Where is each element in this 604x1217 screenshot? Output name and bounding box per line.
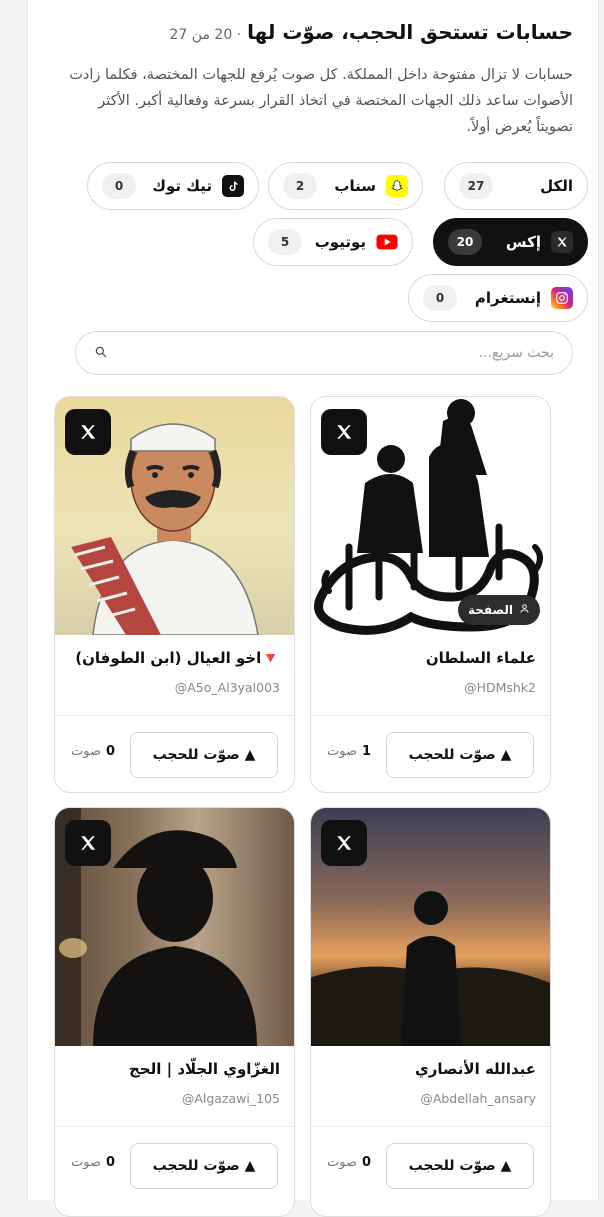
filter-label: الكل xyxy=(540,177,573,195)
vote-count: 0 صوت xyxy=(71,744,115,759)
vote-unit: صوت xyxy=(327,1155,357,1170)
vote-number: 0 xyxy=(106,1155,116,1170)
account-handle[interactable]: @A5o_Al3yal003 xyxy=(175,680,280,695)
filter-count: 0 xyxy=(423,285,457,311)
filter-chip-instagram[interactable]: إنستغرام 0 xyxy=(408,274,588,322)
filter-label: إنستغرام xyxy=(474,289,541,307)
vote-unit: صوت xyxy=(71,1155,101,1170)
account-handle[interactable]: @Abdellah_ansary xyxy=(420,1091,536,1106)
account-name[interactable]: علماء السلطان xyxy=(426,649,536,667)
filter-label: إكس xyxy=(505,233,541,251)
divider xyxy=(311,1126,550,1127)
vote-number: 1 xyxy=(362,744,372,759)
account-name[interactable]: الغزّاوي الجلّاد | الحج xyxy=(129,1060,280,1078)
x-icon xyxy=(65,820,111,866)
x-icon xyxy=(65,409,111,455)
user-icon xyxy=(519,603,530,617)
filter-chip-youtube[interactable]: يوتيوب 5 xyxy=(253,218,413,266)
snapchat-icon xyxy=(386,175,408,197)
account-card: الغزّاوي الجلّاد | الحج @Algazawi_105 ▲ … xyxy=(54,807,295,1217)
account-card: الصفحة علماء السلطان @HDMshk2 ▲ صوّت للح… xyxy=(310,396,551,793)
x-icon xyxy=(551,231,573,253)
vote-block-button[interactable]: ▲ صوّت للحجب xyxy=(386,732,534,778)
vote-unit: صوت xyxy=(71,744,101,759)
vote-count: 0 صوت xyxy=(71,1155,115,1170)
search-icon[interactable] xyxy=(94,344,108,363)
vote-number: 0 xyxy=(362,1155,372,1170)
filter-label: سناب xyxy=(334,177,376,195)
account-image: الصفحة xyxy=(311,397,550,635)
divider xyxy=(55,715,294,716)
vote-number: 0 xyxy=(106,744,116,759)
vote-count: 0 صوت xyxy=(327,1155,371,1170)
youtube-icon xyxy=(376,231,398,253)
vote-unit: صوت xyxy=(327,744,357,759)
vote-block-button[interactable]: ▲ صوّت للحجب xyxy=(130,1143,278,1189)
vote-block-button[interactable]: ▲ صوّت للحجب xyxy=(130,732,278,778)
search-input[interactable] xyxy=(108,345,554,361)
filter-count: 0 xyxy=(102,173,136,199)
filter-chip-x[interactable]: إكس 20 xyxy=(433,218,588,266)
x-icon xyxy=(321,820,367,866)
filter-label: تيك توك xyxy=(152,177,212,195)
tiktok-icon xyxy=(222,175,244,197)
page-link-badge[interactable]: الصفحة xyxy=(457,595,540,625)
account-image xyxy=(55,808,294,1046)
account-name[interactable]: 🔻اخو العيال (ابن الطوفان) xyxy=(75,649,280,667)
divider xyxy=(55,1126,294,1127)
results-count: · 20 من 27 xyxy=(169,27,242,43)
page-title: حسابات تستحق الحجب، صوّت لها xyxy=(247,20,573,44)
vote-block-button[interactable]: ▲ صوّت للحجب xyxy=(386,1143,534,1189)
vote-count: 1 صوت xyxy=(327,744,371,759)
header: حسابات تستحق الحجب، صوّت لها · 20 من 27 xyxy=(170,20,573,50)
filter-count: 20 xyxy=(448,229,482,255)
search-bar xyxy=(75,331,573,375)
account-handle[interactable]: @Algazawi_105 xyxy=(182,1091,280,1106)
filter-label: يوتيوب xyxy=(314,233,366,251)
account-card: 🔻اخو العيال (ابن الطوفان) @A5o_Al3yal003… xyxy=(54,396,295,793)
filter-count: 27 xyxy=(459,173,493,199)
account-name[interactable]: عبدالله الأنصاري xyxy=(415,1060,536,1078)
x-icon xyxy=(321,409,367,455)
filter-chip-all[interactable]: الكل 27 xyxy=(444,162,588,210)
instagram-icon xyxy=(551,287,573,309)
filter-chip-snapchat[interactable]: سناب 2 xyxy=(268,162,423,210)
page-description: حسابات لا تزال مفتوحة داخل المملكة. كل ص… xyxy=(69,67,573,135)
filter-chip-tiktok[interactable]: تيك توك 0 xyxy=(87,162,259,210)
filter-count: 2 xyxy=(283,173,317,199)
divider xyxy=(311,715,550,716)
main-panel: حسابات تستحق الحجب، صوّت لها · 20 من 27 … xyxy=(27,0,599,1217)
account-image xyxy=(55,397,294,635)
page-badge-label: الصفحة xyxy=(467,603,513,617)
filter-count: 5 xyxy=(268,229,302,255)
account-handle[interactable]: @HDMshk2 xyxy=(464,680,536,695)
account-card: عبدالله الأنصاري @Abdellah_ansary ▲ صوّت… xyxy=(310,807,551,1217)
account-image xyxy=(311,808,550,1046)
